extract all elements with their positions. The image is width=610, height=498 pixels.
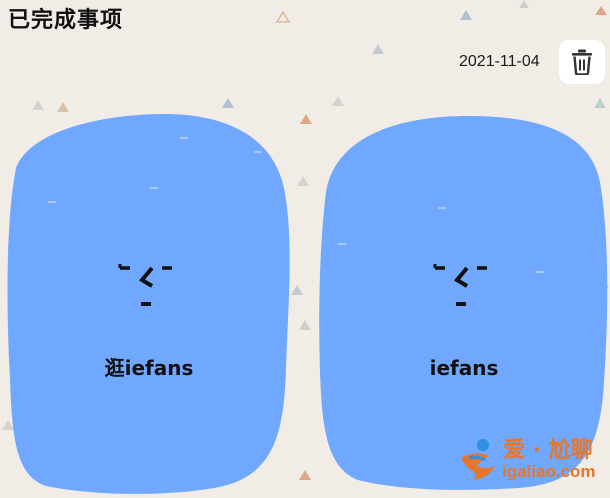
card-label: iefans xyxy=(429,356,499,380)
trash-icon xyxy=(572,49,592,75)
card-label: 逛iefans xyxy=(104,356,194,380)
page-title: 已完成事项 xyxy=(8,8,124,33)
kaomoji-face-icon xyxy=(118,264,172,306)
task-card[interactable]: 逛iefans xyxy=(4,108,294,496)
watermark: 爱 · 尬聊 igaliao.com xyxy=(455,432,605,492)
watermark-logo-icon xyxy=(461,439,495,480)
delete-button[interactable] xyxy=(559,40,605,84)
completion-date: 2021-11-04 xyxy=(459,53,540,70)
watermark-text: 爱 · 尬聊 xyxy=(503,438,593,463)
kaomoji-face-icon xyxy=(433,264,487,306)
watermark-url: igaliao.com xyxy=(502,462,596,481)
